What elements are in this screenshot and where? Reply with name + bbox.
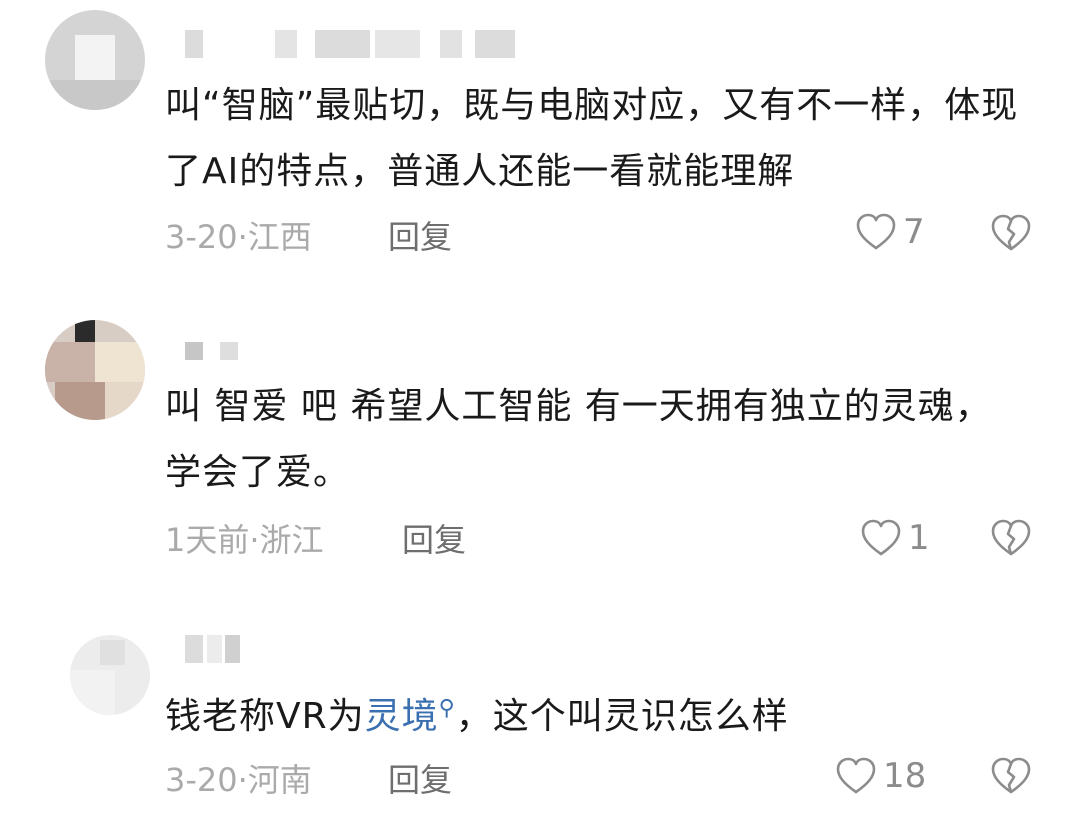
comment-meta: 1天前·浙江 — [165, 515, 324, 561]
broken-heart-icon — [990, 518, 1032, 558]
comment-item: 叫 智爱 吧 希望人工智能 有一天拥有独立的灵魂，学会了爱。 1天前·浙江 回复… — [0, 300, 1080, 580]
comment-text-after: ，这个叫灵识怎么样 — [455, 696, 789, 737]
meta-separator: · — [237, 761, 248, 799]
comment-date: 3-20 — [165, 218, 238, 256]
meta-separator: · — [249, 521, 260, 559]
comment-region: 江西 — [247, 218, 312, 256]
dislike-button[interactable] — [990, 213, 1032, 253]
like-button[interactable]: 1 — [860, 518, 930, 558]
comment-meta: 3-20·河南 — [165, 755, 312, 801]
avatar[interactable] — [45, 320, 145, 420]
username[interactable] — [185, 30, 515, 58]
comment-region: 浙江 — [259, 521, 324, 559]
comment-text-before: 钱老称VR为 — [165, 696, 365, 737]
avatar[interactable] — [45, 10, 145, 110]
comment-region: 河南 — [247, 761, 312, 799]
dislike-button[interactable] — [990, 518, 1032, 558]
comment-date: 1天前 — [165, 521, 250, 559]
reply-button[interactable]: 回复 — [402, 515, 466, 561]
like-button[interactable]: 7 — [855, 212, 925, 252]
comment-text: 叫 智爱 吧 希望人工智能 有一天拥有独立的灵魂，学会了爱。 — [165, 386, 992, 493]
like-count: 7 — [903, 212, 925, 252]
like-count: 18 — [883, 756, 927, 796]
heart-outline-icon — [835, 756, 877, 796]
heart-outline-icon — [855, 212, 897, 252]
reply-button[interactable]: 回复 — [388, 755, 452, 801]
avatar[interactable] — [70, 635, 150, 715]
username[interactable] — [185, 635, 240, 663]
comment-item: 叫“智脑”最贴切，既与电脑对应，又有不一样，体现了AI的特点，普通人还能一看就能… — [0, 0, 1080, 280]
search-icon[interactable]: ⚲ — [439, 696, 456, 721]
broken-heart-icon — [990, 756, 1032, 796]
reply-button[interactable]: 回复 — [388, 212, 452, 258]
comment-text: 叫“智脑”最贴切，既与电脑对应，又有不一样，体现了AI的特点，普通人还能一看就能… — [165, 85, 1019, 192]
heart-outline-icon — [860, 518, 902, 558]
comment-text: 钱老称VR为灵境⚲，这个叫灵识怎么样 — [165, 676, 1025, 750]
like-button[interactable]: 18 — [835, 756, 926, 796]
comment-item: 钱老称VR为灵境⚲，这个叫灵识怎么样 3-20·河南 回复 18 — [0, 620, 1080, 831]
comment-date: 3-20 — [165, 761, 238, 799]
search-link[interactable]: 灵境 — [365, 696, 439, 737]
comment-meta: 3-20·江西 — [165, 212, 312, 258]
like-count: 1 — [908, 518, 930, 558]
dislike-button[interactable] — [990, 756, 1032, 796]
meta-separator: · — [237, 218, 248, 256]
username[interactable] — [185, 342, 245, 360]
broken-heart-icon — [990, 213, 1032, 253]
